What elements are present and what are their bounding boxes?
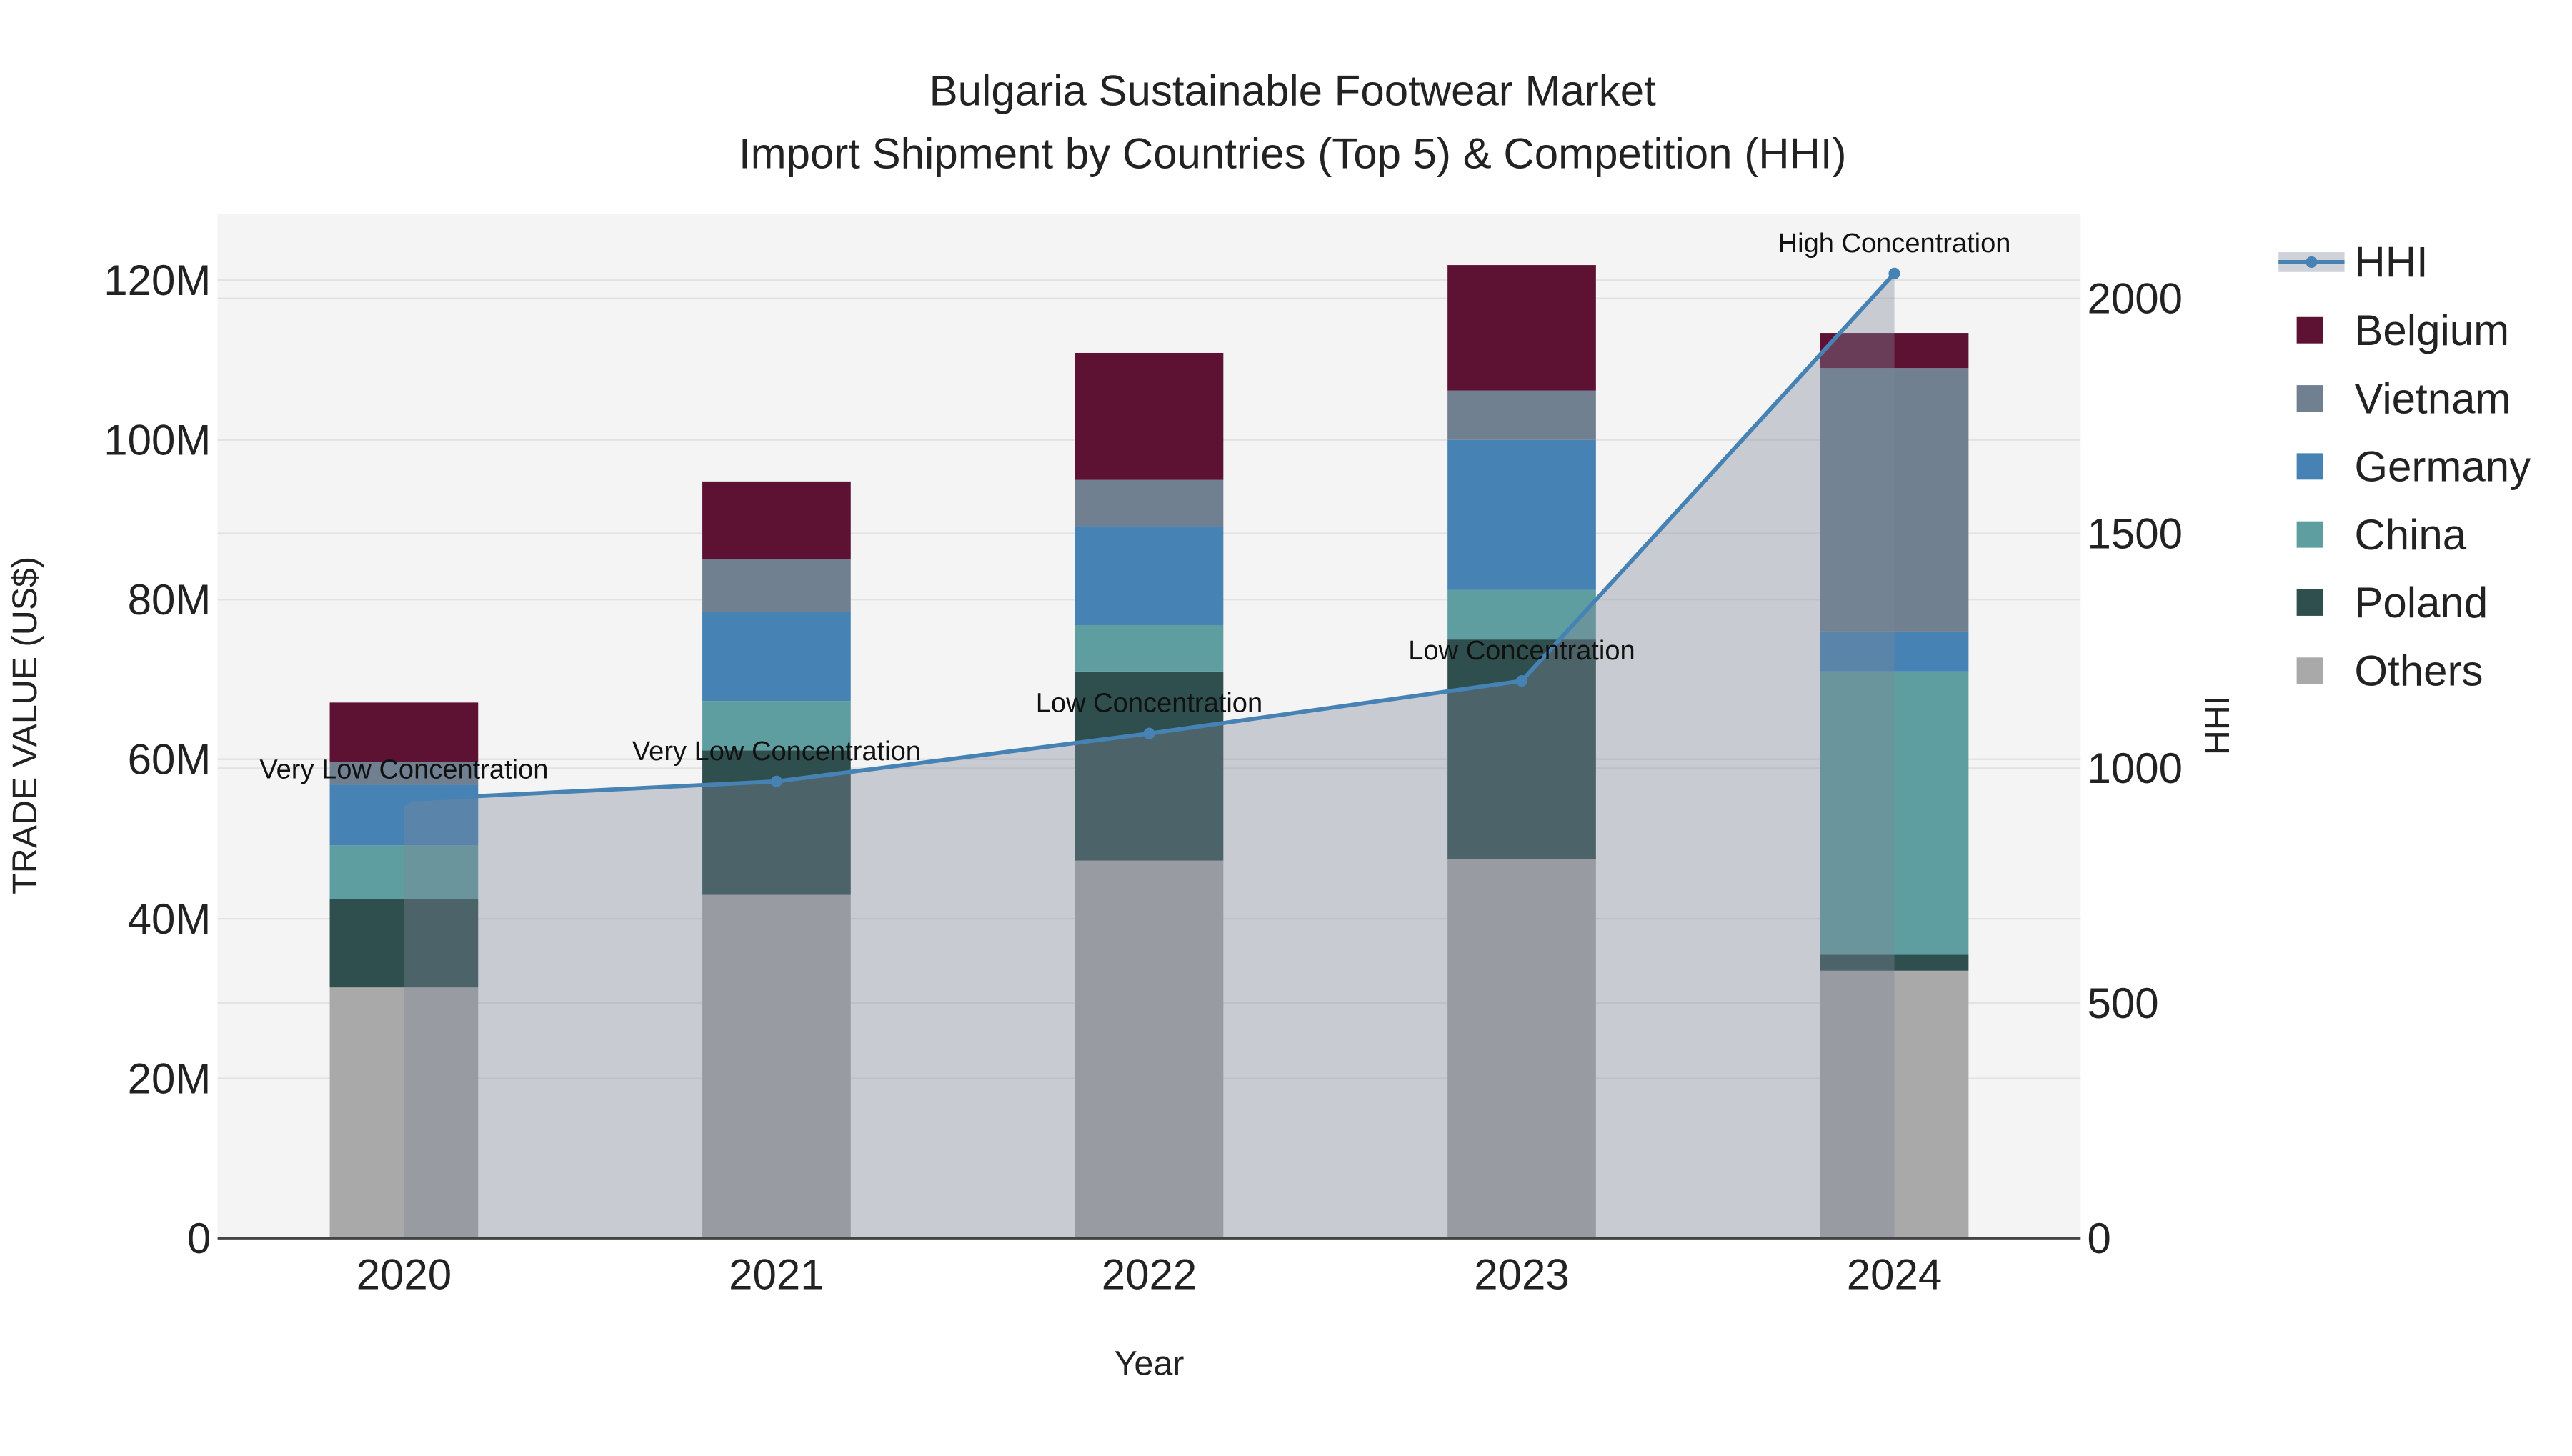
y2-tick-label: 0 xyxy=(2088,1215,2111,1262)
bar-belgium-2021[interactable] xyxy=(702,481,851,559)
bar-china-2022[interactable] xyxy=(1075,624,1224,672)
hhi-annotation: Very Low Concentration xyxy=(259,754,548,784)
y-tick-label: 40M xyxy=(128,895,211,943)
legend-swatch xyxy=(2296,521,2323,548)
legend-swatch xyxy=(2296,657,2323,684)
hhi-point-2024[interactable] xyxy=(1888,267,1900,279)
hhi-annotation: Very Low Concentration xyxy=(632,737,921,767)
legend-swatch xyxy=(2296,316,2323,344)
legend-item-china[interactable]: China xyxy=(2296,511,2467,559)
legend-swatch xyxy=(2296,453,2323,480)
legend-swatch xyxy=(2296,385,2323,412)
x-axis-title: Year xyxy=(1115,1345,1185,1383)
bar-belgium-2022[interactable] xyxy=(1075,352,1224,480)
legend-item-others[interactable]: Others xyxy=(2296,647,2483,695)
legend-label: Others xyxy=(2354,647,2483,695)
legend-item-poland[interactable]: Poland xyxy=(2296,579,2488,627)
y2-tick-label: 500 xyxy=(2088,979,2159,1027)
legend-label: Germany xyxy=(2354,443,2531,491)
y2-tick-label: 2000 xyxy=(2088,274,2183,322)
legend-swatch xyxy=(2296,589,2323,616)
bar-belgium-2023[interactable] xyxy=(1447,265,1596,391)
hhi-point-2020[interactable] xyxy=(398,794,410,806)
legend-label: HHI xyxy=(2354,239,2428,286)
legend-item-hhi[interactable]: HHI xyxy=(2278,239,2428,286)
bar-vietnam-2023[interactable] xyxy=(1447,390,1596,440)
bar-vietnam-2022[interactable] xyxy=(1075,479,1224,527)
legend-label: Belgium xyxy=(2354,306,2509,354)
bar-germany-2022[interactable] xyxy=(1075,526,1224,625)
bar-belgium-2020[interactable] xyxy=(329,702,479,762)
y-tick-label: 60M xyxy=(128,735,211,783)
legend-label: Vietnam xyxy=(2354,374,2511,422)
hhi-point-2022[interactable] xyxy=(1143,727,1155,739)
hhi-annotation: Low Concentration xyxy=(1408,636,1635,666)
chart-subtitle: Import Shipment by Countries (Top 5) & C… xyxy=(739,129,1847,177)
x-tick-label: 2021 xyxy=(729,1251,824,1299)
bar-germany-2023[interactable] xyxy=(1447,439,1596,590)
x-tick-label: 2022 xyxy=(1102,1251,1197,1299)
legend-item-belgium[interactable]: Belgium xyxy=(2296,306,2510,354)
y-tick-label: 20M xyxy=(128,1054,211,1102)
hhi-point-2023[interactable] xyxy=(1515,674,1528,687)
y-tick-label: 80M xyxy=(128,576,211,624)
bar-germany-2021[interactable] xyxy=(702,611,851,702)
legend-marker xyxy=(2306,256,2318,269)
legend-item-vietnam[interactable]: Vietnam xyxy=(2296,374,2511,422)
y2-tick-label: 1000 xyxy=(2088,744,2183,792)
legend-label: Poland xyxy=(2354,579,2488,627)
x-tick-label: 2020 xyxy=(357,1251,452,1299)
y2-tick-label: 1500 xyxy=(2088,509,2183,557)
bar-vietnam-2021[interactable] xyxy=(702,559,851,612)
y2-axis-title: HHI xyxy=(2198,696,2237,755)
x-tick-label: 2023 xyxy=(1474,1251,1569,1299)
chart-title: Bulgaria Sustainable Footwear Market xyxy=(929,67,1657,115)
hhi-point-2021[interactable] xyxy=(770,775,783,787)
chart-container: Bulgaria Sustainable Footwear Market Imp… xyxy=(0,0,2572,1447)
chart: Bulgaria Sustainable Footwear Market Imp… xyxy=(6,67,2531,1383)
hhi-annotation: High Concentration xyxy=(1778,229,2011,259)
y-tick-label: 0 xyxy=(187,1215,211,1262)
hhi-annotation: Low Concentration xyxy=(1036,689,1262,719)
x-tick-label: 2024 xyxy=(1847,1251,1942,1299)
legend-label: China xyxy=(2354,511,2466,559)
y-tick-label: 120M xyxy=(104,256,211,304)
y-axis-title: TRADE VALUE (US$) xyxy=(6,557,44,894)
legend-item-germany[interactable]: Germany xyxy=(2296,443,2531,491)
y-tick-label: 100M xyxy=(104,417,211,464)
